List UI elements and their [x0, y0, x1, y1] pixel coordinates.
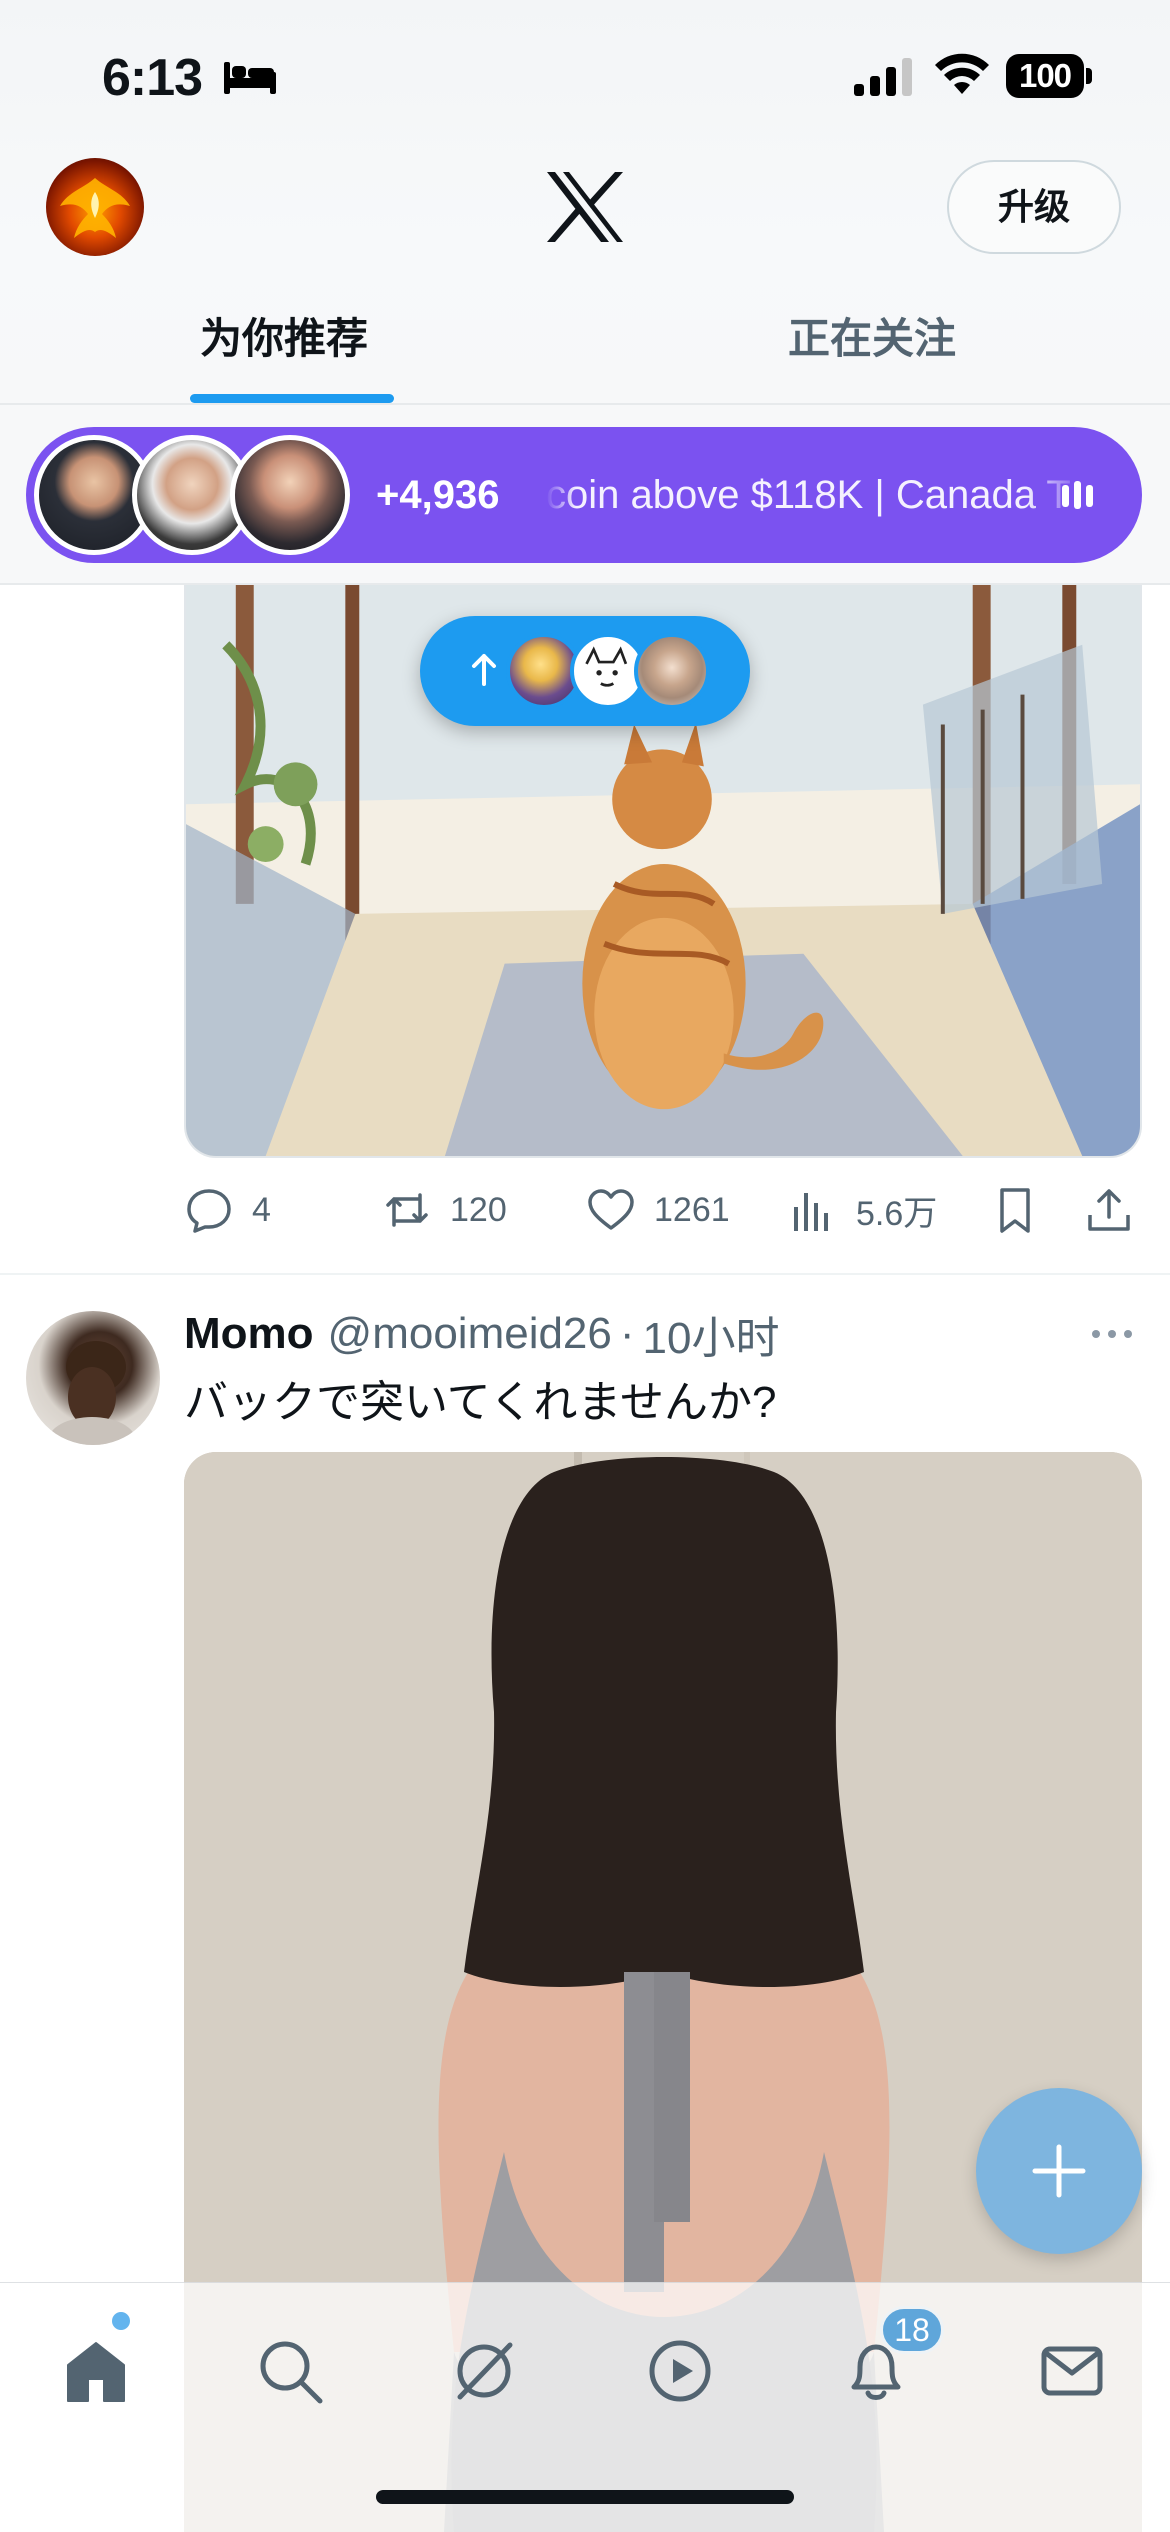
bookmark-icon: [1000, 1188, 1030, 1233]
sketch-cat-icon: [585, 646, 628, 687]
author-photo: [48, 1341, 136, 1445]
like-count: 1261: [654, 1190, 730, 1229]
repost-button[interactable]: 120: [382, 1175, 507, 1245]
home-unread-dot: [112, 2312, 130, 2330]
profile-avatar[interactable]: [46, 158, 144, 256]
new-post-author-avatar: [634, 633, 710, 709]
nav-search[interactable]: [242, 2323, 338, 2419]
sleep-focus-icon: [224, 62, 276, 94]
compose-post-button[interactable]: [976, 2088, 1142, 2254]
like-button[interactable]: 1261: [586, 1175, 730, 1245]
home-indicator[interactable]: [376, 2490, 794, 2504]
author-avatar[interactable]: [26, 1311, 160, 1445]
plus-icon: [1032, 2144, 1086, 2198]
search-icon: [260, 2341, 323, 2404]
share-button[interactable]: [1084, 1175, 1152, 1245]
notifications-badge: 18: [880, 2306, 944, 2354]
tweet-text: バックで突いてくれませんか?: [184, 1378, 777, 1427]
heart-icon: [588, 1189, 634, 1230]
nav-messages[interactable]: [1024, 2323, 1120, 2419]
nav-video[interactable]: [632, 2323, 728, 2419]
tweet-action-bar: 4 120 1261 5.6万: [184, 1175, 1142, 1245]
spaces-listener-count: +4,936: [376, 473, 500, 517]
live-audio-bars-icon: [1062, 481, 1093, 509]
tweet-author-line: Momo @mooimeid26 · 10小时: [184, 1306, 780, 1363]
tab-for-you[interactable]: 为你推荐: [200, 305, 368, 366]
nav-home[interactable]: [48, 2323, 144, 2419]
bookmark-button[interactable]: [990, 1175, 1058, 1245]
views-chart-icon: [794, 1193, 828, 1231]
author-handle[interactable]: @mooimeid26: [328, 1309, 612, 1359]
reply-icon: [187, 1189, 231, 1233]
tab-following[interactable]: 正在关注: [788, 305, 956, 366]
home-icon: [67, 2342, 125, 2402]
battery-indicator: 100: [1006, 54, 1092, 98]
reply-count: 4: [252, 1190, 271, 1229]
share-icon: [1088, 1189, 1130, 1231]
author-name[interactable]: Momo: [184, 1309, 314, 1359]
battery-level: 100: [1006, 54, 1084, 98]
reply-button[interactable]: 4: [184, 1175, 271, 1245]
active-tab-indicator: [190, 394, 394, 403]
cellular-signal-icon: [854, 58, 912, 96]
more-options-icon[interactable]: [1088, 1314, 1136, 1354]
spaces-banner-container: +4,936 coin above $118K | Canada T: [0, 405, 1170, 585]
status-time: 6:13: [102, 49, 203, 107]
space-host-avatar: [230, 435, 350, 555]
arrow-up-icon: [472, 654, 496, 686]
nav-grok[interactable]: [436, 2323, 532, 2419]
video-play-icon: [649, 2340, 711, 2402]
spaces-title: coin above $118K | Canada T: [546, 473, 1071, 517]
x-logo-icon[interactable]: [545, 170, 625, 244]
separator-dot: ·: [619, 1309, 635, 1358]
spaces-live-banner[interactable]: +4,936 coin above $118K | Canada T: [26, 427, 1142, 563]
top-header: 6:13 100 升级 为你推荐 正在关注: [0, 0, 1170, 405]
wifi-icon: [935, 53, 989, 94]
tweet-divider: [0, 1273, 1170, 1275]
upgrade-button[interactable]: 升级: [947, 160, 1121, 254]
phoenix-icon: [60, 178, 130, 238]
status-bar: 6:13 100: [0, 0, 1170, 150]
battery-tip: [1086, 68, 1092, 84]
views-count: 5.6万: [856, 1194, 938, 1233]
repost-count: 120: [450, 1190, 507, 1229]
messages-envelope-icon: [1041, 2346, 1103, 2396]
tweet-timestamp[interactable]: 10小时: [643, 1302, 780, 1366]
repost-icon: [386, 1193, 428, 1227]
grok-icon: [457, 2342, 513, 2400]
views-button[interactable]: 5.6万: [788, 1175, 937, 1245]
show-new-posts-button[interactable]: [420, 616, 750, 726]
